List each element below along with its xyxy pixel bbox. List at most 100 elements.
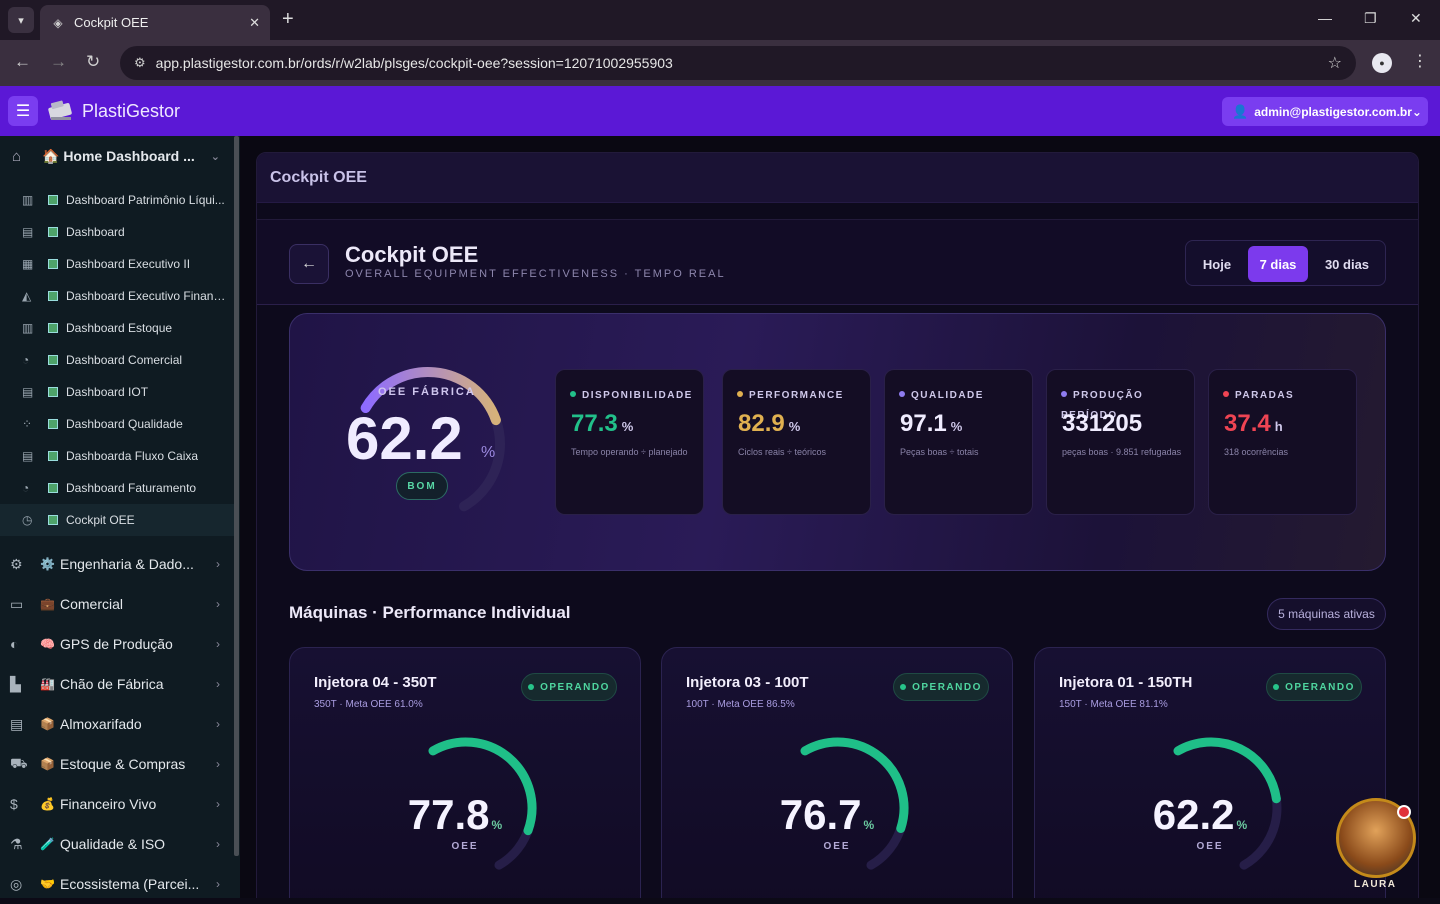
status-dot-icon	[528, 684, 535, 690]
reload-icon[interactable]: ↻	[86, 52, 100, 72]
hamburger-menu-icon[interactable]: ☰	[8, 96, 38, 126]
sidebar-item[interactable]: ▙ 🏭 Chão de Fábrica ›	[0, 664, 234, 704]
emoji-icon: 📦	[40, 717, 55, 731]
machine-card[interactable]: Injetora 03 - 100T 100T · Meta OEE 86.5% O…	[661, 647, 1013, 898]
globe-icon: ◎	[10, 875, 23, 892]
sidebar-item[interactable]: $ 💰 Financeiro Vivo ›	[0, 784, 234, 824]
browser-tab[interactable]: ◈ Cockpit OEE ✕	[40, 5, 270, 40]
machines-section-title: Máquinas · Performance Individual	[289, 603, 571, 622]
sidebar-item[interactable]: ▤ 📦 Almoxarifado ›	[0, 704, 234, 744]
sidebar-subitem-label: Dashboard Comercial	[66, 353, 183, 367]
sidebar-subitem-label: Dashboard Executivo II	[66, 257, 191, 271]
period-7-days-button[interactable]: 7 dias	[1248, 246, 1308, 282]
machine-card[interactable]: Injetora 04 - 350T 350T · Meta OEE 61.0% O…	[289, 647, 641, 898]
tab-search-button[interactable]: ▾	[8, 7, 34, 33]
sidebar-subitem[interactable]: ◔ Dashboard Faturamento	[0, 472, 234, 504]
bar-chart-icon: ▤	[22, 225, 34, 239]
minimize-icon[interactable]: —	[1318, 10, 1332, 26]
url-text[interactable]: app.plastigestor.com.br/ords/r/w2lab/pls…	[156, 55, 1328, 71]
emoji-icon: ⚙️	[40, 557, 55, 571]
sidebar-subitem-label: Dashboard IOT	[66, 385, 149, 399]
chevron-right-icon: ›	[216, 797, 220, 811]
sidebar-item-label: Chão de Fábrica	[60, 676, 164, 692]
bar-group-icon: ▥	[22, 193, 34, 207]
forward-arrow-icon[interactable]: →	[50, 52, 67, 72]
kpi-card: PARADAS 37.4 h 318 ocorrências	[1208, 369, 1357, 515]
kpi-value: 77.3%	[571, 410, 633, 438]
status-dot-icon	[900, 684, 907, 690]
bar-line-icon: ▥	[22, 321, 34, 335]
status-dot-icon	[1273, 684, 1280, 690]
chevron-down-icon: ⌄	[1411, 104, 1422, 119]
machine-name: Injetora 03 - 100T	[686, 674, 809, 691]
sidebar-item[interactable]: ⚗ 🧪 Qualidade & ISO ›	[0, 824, 234, 864]
back-button[interactable]: ←	[289, 244, 329, 284]
sidebar-subitem[interactable]: ◷ Cockpit OEE	[0, 504, 234, 536]
chart-emoji-icon	[48, 515, 58, 525]
emoji-icon: 🧠	[40, 637, 55, 651]
tab-close-icon[interactable]: ✕	[249, 15, 260, 31]
factory-oee-unit: %	[481, 444, 496, 461]
kpi-card: PERFORMANCE 82.9% Ciclos reais ÷ teóricos	[722, 369, 871, 515]
bookmark-star-icon[interactable]: ☆	[1328, 53, 1342, 73]
sidebar-subitem[interactable]: ◭ Dashboard Executivo Financ...	[0, 280, 234, 312]
kpi-title: QUALIDADE	[899, 386, 984, 406]
machine-card[interactable]: Injetora 01 - 150TH 150T · Meta OEE 81.1%…	[1034, 647, 1386, 898]
sidebar-item[interactable]: ⛟ 📦 Estoque & Compras ›	[0, 744, 234, 784]
kpi-description: Ciclos reais ÷ teóricos	[738, 447, 826, 457]
browser-menu-icon[interactable]: ⋮	[1412, 51, 1428, 71]
sidebar-item-home-dashboard[interactable]: ⌂ 🏠 Home Dashboard ... ⌄	[0, 136, 234, 176]
sidebar-subitem[interactable]: ▤ Dashboarda Fluxo Caixa	[0, 440, 234, 472]
app-header: ☰ PlastiGestor 👤 admin@plastigestor.com.…	[0, 86, 1440, 136]
assistant-avatar[interactable]	[1336, 798, 1416, 878]
close-window-icon[interactable]: ✕	[1410, 10, 1422, 27]
sidebar-subitem-label: Dashboard Faturamento	[66, 481, 197, 495]
sidebar-item[interactable]: ◎ 🤝 Ecossistema (Parcei... ›	[0, 864, 234, 904]
emoji-icon: 🤝	[40, 877, 55, 891]
sidebar-subitem-label: Dashboarda Fluxo Caixa	[66, 449, 199, 463]
brand-name[interactable]: PlastiGestor	[82, 101, 180, 122]
logo-icon	[48, 100, 72, 120]
sidebar-item-label: GPS de Produção	[60, 636, 173, 652]
chevron-right-icon: ›	[216, 557, 220, 571]
address-bar[interactable]: ⚙ app.plastigestor.com.br/ords/r/w2lab/p…	[120, 46, 1356, 80]
sidebar-item[interactable]: ◐ 🧠 GPS de Produção ›	[0, 624, 234, 664]
period-today-button[interactable]: Hoje	[1192, 246, 1242, 282]
kpi-description: 318 ocorrências	[1224, 447, 1289, 457]
machine-name: Injetora 01 - 150TH	[1059, 674, 1193, 691]
sidebar-scrollbar[interactable]	[234, 136, 239, 856]
sidebar-subitem[interactable]: ▥ Dashboard Estoque	[0, 312, 234, 344]
sidebar: ⌂ 🏠 Home Dashboard ... ⌄ ▥ Dashboard Patr…	[0, 136, 240, 898]
site-info-icon[interactable]: ⚙	[134, 55, 146, 71]
machine-oee-unit: %	[491, 818, 503, 832]
emoji-icon: 🧪	[40, 837, 55, 851]
browser-toolbar: ← → ↻ ⚙ app.plastigestor.com.br/ords/r/w…	[0, 40, 1440, 86]
sidebar-subitem[interactable]: ▤ Dashboard	[0, 216, 234, 248]
period-30-days-button[interactable]: 30 dias	[1314, 246, 1380, 282]
archive-icon: ▤	[10, 715, 24, 732]
back-arrow-icon[interactable]: ←	[14, 52, 31, 72]
status-badge: OPERANDO	[893, 673, 989, 701]
profile-avatar-icon[interactable]: ●	[1372, 53, 1392, 73]
sidebar-subitem[interactable]: ◔ Dashboard Comercial	[0, 344, 234, 376]
sidebar-subitem[interactable]: ▦ Dashboard Executivo II	[0, 248, 234, 280]
status-dot-icon	[899, 391, 905, 397]
chevron-right-icon: ›	[216, 637, 220, 651]
scatter-icon: ⁘	[22, 417, 33, 431]
new-tab-button[interactable]: +	[282, 9, 294, 29]
restore-icon[interactable]: ❐	[1364, 10, 1377, 27]
sidebar-subitem[interactable]: ⁘ Dashboard Qualidade	[0, 408, 234, 440]
sidebar-item[interactable]: ▭ 💼 Comercial ›	[0, 584, 234, 624]
sidebar-subitem[interactable]: ▥ Dashboard Patrimônio Líqui...	[0, 184, 234, 216]
kpi-description: Tempo operando ÷ planejado	[571, 447, 688, 457]
active-machines-badge[interactable]: 5 máquinas ativas	[1267, 598, 1386, 630]
sidebar-subitem-label: Dashboard Qualidade	[66, 417, 183, 431]
sidebar-item[interactable]: ⚙ ⚙️ Engenharia & Dado... ›	[0, 544, 234, 584]
sidebar-subitem[interactable]: ▤ Dashboard IOT	[0, 376, 234, 408]
sidebar-subitem-label: Dashboard Estoque	[66, 321, 173, 335]
machine-meta: 100T · Meta OEE 86.5%	[686, 699, 795, 710]
kpi-title-text: PERFORMANCE	[749, 390, 844, 401]
sidebar-subitem-label: Dashboard Patrimônio Líqui...	[66, 193, 225, 207]
panel-title: Cockpit OEE	[270, 169, 367, 186]
user-menu-button[interactable]: 👤 admin@plastigestor.com.br ⌄	[1222, 97, 1428, 126]
